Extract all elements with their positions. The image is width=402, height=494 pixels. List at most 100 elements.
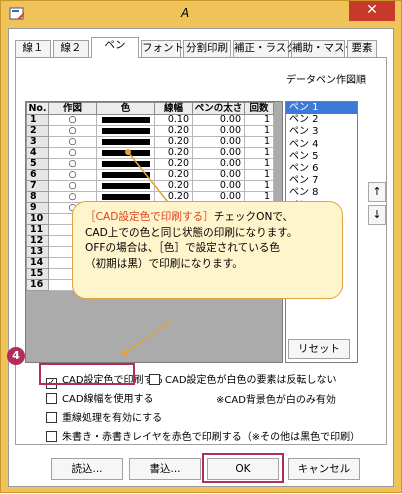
title-bar: A ✕	[1, 1, 401, 27]
tab-line1[interactable]: 線１	[15, 40, 51, 57]
cell-no[interactable]: 2	[26, 125, 49, 137]
tab-elements[interactable]: 要素	[347, 40, 377, 57]
cell-draw[interactable]: ○	[48, 136, 97, 148]
red-layer-option[interactable]: 朱書き・赤書きレイヤを赤色で印刷する（※その他は黒色で印刷）	[46, 428, 360, 443]
cell-pen-thickness[interactable]: 0.00	[192, 136, 245, 148]
cell-no[interactable]: 15	[26, 268, 49, 280]
cell-no[interactable]: 4	[26, 147, 49, 159]
cell-no[interactable]: 9	[26, 202, 49, 214]
save-button[interactable]: 書込...	[129, 458, 201, 480]
cell-width[interactable]: 0.20	[154, 125, 193, 137]
col-header-width[interactable]: 線幅	[154, 102, 193, 115]
table-row[interactable]: 2 ○ 0.20 0.00 1	[26, 125, 274, 137]
cell-color[interactable]	[96, 136, 155, 148]
move-down-button[interactable]: ↓	[368, 205, 386, 225]
cell-no[interactable]: 6	[26, 169, 49, 181]
cell-no[interactable]: 3	[26, 136, 49, 148]
table-row[interactable]: 3 ○ 0.20 0.00 1	[26, 136, 274, 148]
cell-color[interactable]	[96, 114, 155, 126]
cell-draw[interactable]: ○	[48, 158, 97, 170]
cell-pen-thickness[interactable]: 0.00	[192, 147, 245, 159]
cell-no[interactable]: 14	[26, 257, 49, 269]
move-up-button[interactable]: ↑	[368, 182, 386, 202]
table-row[interactable]: 6 ○ 0.20 0.00 1	[26, 169, 274, 181]
list-item[interactable]: ペン 6	[286, 163, 357, 175]
cell-color[interactable]	[96, 169, 155, 181]
cad-line-width-checkbox[interactable]	[46, 393, 57, 404]
list-item[interactable]: ペン 3	[286, 126, 357, 138]
cell-pen-thickness[interactable]: 0.00	[192, 180, 245, 192]
cell-count[interactable]: 1	[244, 136, 274, 148]
cell-no[interactable]: 13	[26, 246, 49, 258]
list-item[interactable]: ペン 2	[286, 114, 357, 126]
cad-color-print-checkbox[interactable]: ✓	[46, 378, 57, 389]
cell-no[interactable]: 7	[26, 180, 49, 192]
cell-no[interactable]: 1	[26, 114, 49, 126]
table-row[interactable]: 5 ○ 0.20 0.00 1	[26, 158, 274, 170]
overlap-line-checkbox[interactable]	[46, 412, 57, 423]
tab-font[interactable]: フォント	[141, 40, 184, 57]
cell-width[interactable]: 0.20	[154, 147, 193, 159]
red-layer-checkbox[interactable]	[46, 431, 57, 442]
table-row[interactable]: 4 ○ 0.20 0.00 1	[26, 147, 274, 159]
cell-pen-thickness[interactable]: 0.00	[192, 158, 245, 170]
cell-no[interactable]: 8	[26, 191, 49, 203]
tab-correction-raster[interactable]: 補正・ラスタ	[233, 40, 297, 57]
cell-draw[interactable]: ○	[48, 114, 97, 126]
cell-width[interactable]: 0.20	[154, 169, 193, 181]
col-header-draw[interactable]: 作図	[48, 102, 97, 115]
cell-width[interactable]: 0.20	[154, 136, 193, 148]
cell-color[interactable]	[96, 158, 155, 170]
close-button[interactable]: ✕	[349, 1, 395, 21]
tab-line2[interactable]: 線２	[53, 40, 89, 57]
cell-count[interactable]: 1	[244, 114, 274, 126]
col-header-count[interactable]: 回数	[244, 102, 274, 115]
col-header-no[interactable]: No.	[26, 102, 49, 115]
overlap-line-option[interactable]: 重線処理を有効にする	[46, 409, 162, 424]
load-button[interactable]: 読込...	[51, 458, 123, 480]
table-row[interactable]: 7 ○ 0.20 0.00 1	[26, 180, 274, 192]
reset-button[interactable]: リセット	[288, 339, 350, 359]
callout-highlight: ［CAD設定色で印刷する］	[85, 211, 214, 223]
cell-width[interactable]: 0.20	[154, 180, 193, 192]
cell-count[interactable]: 1	[244, 158, 274, 170]
cell-draw[interactable]: ○	[48, 147, 97, 159]
invert-white-option[interactable]: CAD設定色が白色の要素は反転しない	[149, 371, 337, 386]
tab-pen[interactable]: ペン	[91, 37, 139, 58]
cell-count[interactable]: 1	[244, 180, 274, 192]
cell-count[interactable]: 1	[244, 169, 274, 181]
cell-width[interactable]: 0.20	[154, 158, 193, 170]
col-header-pen-thickness[interactable]: ペンの太さ	[192, 102, 245, 115]
invert-white-checkbox[interactable]	[149, 374, 160, 385]
cell-color[interactable]	[96, 125, 155, 137]
ok-button[interactable]: OK	[207, 458, 279, 480]
cell-no[interactable]: 5	[26, 158, 49, 170]
cell-color[interactable]	[96, 147, 155, 159]
col-header-color[interactable]: 色	[96, 102, 155, 115]
cell-no[interactable]: 16	[26, 279, 49, 291]
list-item[interactable]: ペン 5	[286, 151, 357, 163]
cell-count[interactable]: 1	[244, 125, 274, 137]
tab-split-print[interactable]: 分割印刷	[183, 40, 231, 57]
list-item[interactable]: ペン 4	[286, 139, 357, 151]
cancel-button[interactable]: キャンセル	[288, 458, 360, 480]
cell-draw[interactable]: ○	[48, 169, 97, 181]
list-item[interactable]: ペン 8	[286, 187, 357, 199]
cell-width[interactable]: 0.10	[154, 114, 193, 126]
table-row[interactable]: 1 ○ 0.10 0.00 1	[26, 114, 274, 126]
cad-color-print-option[interactable]: ✓ CAD設定色で印刷する	[46, 371, 164, 389]
list-item[interactable]: ペン 7	[286, 175, 357, 187]
cell-color[interactable]	[96, 180, 155, 192]
cell-pen-thickness[interactable]: 0.00	[192, 169, 245, 181]
cell-pen-thickness[interactable]: 0.00	[192, 114, 245, 126]
cell-no[interactable]: 10	[26, 213, 49, 225]
cad-line-width-option[interactable]: CAD線幅を使用する	[46, 390, 154, 405]
cell-no[interactable]: 11	[26, 224, 49, 236]
cell-draw[interactable]: ○	[48, 180, 97, 192]
cell-pen-thickness[interactable]: 0.00	[192, 125, 245, 137]
tab-aux-mask[interactable]: 補助・マスク	[291, 40, 355, 57]
cell-count[interactable]: 1	[244, 147, 274, 159]
list-item[interactable]: ペン 1	[286, 102, 357, 115]
cell-no[interactable]: 12	[26, 235, 49, 247]
cell-draw[interactable]: ○	[48, 125, 97, 137]
